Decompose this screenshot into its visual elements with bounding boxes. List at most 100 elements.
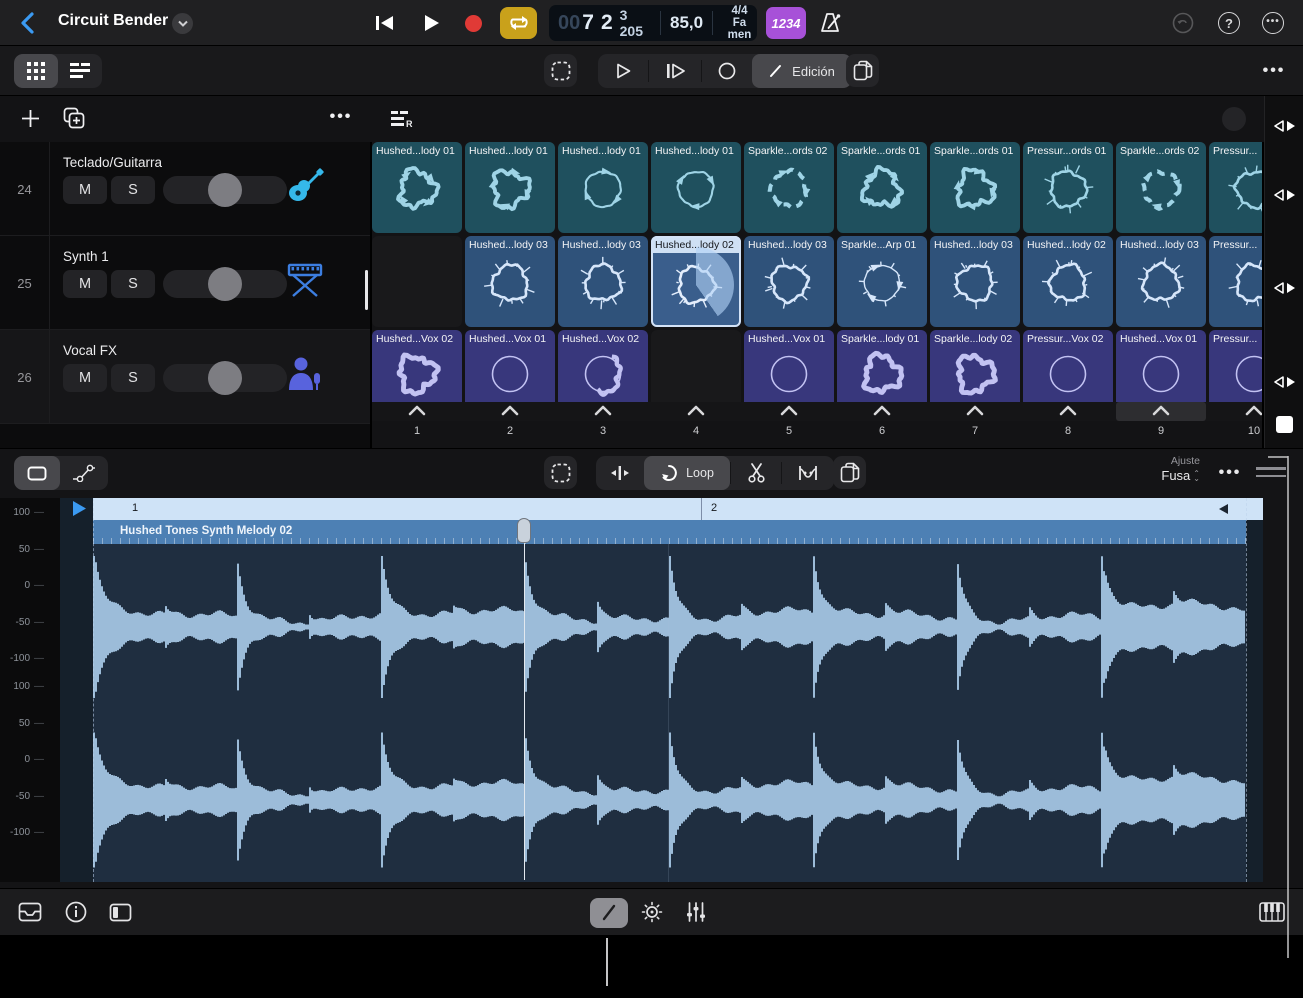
- column-trigger-button[interactable]: [558, 405, 648, 416]
- queue-button[interactable]: R: [388, 105, 416, 133]
- info-button[interactable]: [62, 899, 90, 925]
- grid-cell[interactable]: Hushed...lody 01: [372, 142, 462, 233]
- solo-button[interactable]: S: [111, 364, 155, 392]
- help-button[interactable]: ?: [1218, 12, 1240, 34]
- editor-marquee-button[interactable]: [544, 456, 577, 489]
- grid-cell[interactable]: Hushed...lody 01: [465, 142, 555, 233]
- grid-cell[interactable]: Sparkle...Arp 01: [837, 236, 927, 327]
- column-trigger-button[interactable]: [1209, 405, 1262, 416]
- browser-button[interactable]: [16, 899, 44, 925]
- column-trigger-button[interactable]: [372, 405, 462, 416]
- solo-button[interactable]: S: [111, 176, 155, 204]
- track-row[interactable]: 26Vocal FXMS: [0, 330, 370, 424]
- grid-cell[interactable]: Pressur...ords 01: [1023, 142, 1113, 233]
- back-button[interactable]: [14, 10, 40, 36]
- keyboard-play-button[interactable]: [1256, 899, 1288, 925]
- scene-trigger-button-header[interactable]: [1273, 119, 1297, 133]
- stop-all-button[interactable]: [1276, 416, 1293, 433]
- title-menu-button[interactable]: [172, 13, 193, 34]
- column-trigger-button[interactable]: [744, 405, 834, 416]
- grid-cell[interactable]: Sparkle...ords 01: [837, 142, 927, 233]
- editor-more-button[interactable]: •••: [1214, 462, 1246, 484]
- grid-cell[interactable]: Hushed...lody 01: [558, 142, 648, 233]
- playhead-handle[interactable]: [517, 518, 531, 543]
- volume-slider[interactable]: [163, 364, 287, 392]
- editor-ruler[interactable]: 1 2: [93, 498, 1263, 520]
- grid-cell[interactable]: Sparkle...ords 02: [1116, 142, 1206, 233]
- lcd-display[interactable]: 00 7 2 3 205 85,0 4/4 Fa men: [549, 5, 757, 41]
- add-track-button[interactable]: [16, 104, 44, 132]
- volume-knob[interactable]: [208, 173, 242, 207]
- grid-cell[interactable]: Hushed...lody 01: [651, 142, 741, 233]
- mixer-button[interactable]: [682, 899, 710, 925]
- column-trigger-button[interactable]: [651, 405, 741, 416]
- record-button[interactable]: [458, 11, 488, 35]
- undo-button[interactable]: [1172, 12, 1194, 34]
- region-right-edge[interactable]: [1246, 498, 1247, 882]
- grid-cell[interactable]: Hushed...lody 03: [558, 236, 648, 327]
- jump-left-icon[interactable]: [1217, 503, 1229, 515]
- grid-cell[interactable]: Hushed...lody 03: [744, 236, 834, 327]
- grid-cell[interactable]: Pressur...: [1209, 236, 1262, 327]
- record-cells-button[interactable]: [702, 54, 752, 88]
- editor-play-marker[interactable]: [72, 500, 87, 517]
- trim-button[interactable]: [596, 456, 644, 490]
- play-button[interactable]: [416, 11, 446, 35]
- volume-slider[interactable]: [163, 270, 287, 298]
- grid-cell[interactable]: Hushed...lody 02: [1023, 236, 1113, 327]
- editor-drag-handle[interactable]: [1256, 467, 1286, 477]
- grid-cell-empty[interactable]: [372, 236, 462, 327]
- tracks-view-button[interactable]: [58, 54, 102, 88]
- metronome-button[interactable]: [814, 9, 846, 37]
- automation-tool-button[interactable]: [60, 456, 108, 490]
- region-left-edge[interactable]: [93, 498, 94, 882]
- cycle-button[interactable]: [500, 7, 537, 39]
- volume-knob[interactable]: [208, 361, 242, 395]
- volume-slider[interactable]: [163, 176, 287, 204]
- grid-cell[interactable]: Pressur...: [1209, 142, 1262, 233]
- marquee-tool-button[interactable]: [544, 54, 577, 87]
- track-row[interactable]: 25Synth 1MS: [0, 236, 370, 330]
- grid-cell[interactable]: Hushed...lody 02: [651, 236, 741, 327]
- column-trigger-button[interactable]: [465, 405, 555, 416]
- column-trigger-button[interactable]: [1116, 405, 1206, 416]
- rewind-button[interactable]: [370, 11, 400, 35]
- track-row[interactable]: 24Teclado/GuitarraMS: [0, 142, 370, 236]
- column-trigger-button[interactable]: [837, 405, 927, 416]
- snap-control[interactable]: Ajuste Fusa⌃⌄: [1120, 455, 1200, 484]
- grid-cell[interactable]: Hushed...lody 03: [465, 236, 555, 327]
- controls-button[interactable]: [638, 899, 666, 925]
- toolbar-overflow-button[interactable]: •••: [1258, 60, 1290, 82]
- grid-cell[interactable]: Sparkle...ords 02: [744, 142, 834, 233]
- column-trigger-button[interactable]: [930, 405, 1020, 416]
- copy-button[interactable]: [846, 54, 879, 87]
- edit-mode-button[interactable]: Edición: [752, 54, 852, 88]
- mute-button[interactable]: M: [63, 364, 107, 392]
- grid-view-button[interactable]: [14, 54, 58, 88]
- grid-cell[interactable]: Hushed...lody 03: [930, 236, 1020, 327]
- region-body[interactable]: [93, 544, 1246, 882]
- count-in-button[interactable]: 1234: [766, 7, 806, 39]
- loop-button[interactable]: Loop: [644, 456, 730, 490]
- play-cells-button[interactable]: [598, 54, 648, 88]
- mute-button[interactable]: M: [63, 270, 107, 298]
- selection-tool-button[interactable]: [14, 456, 60, 490]
- split-button[interactable]: [731, 456, 781, 490]
- region-header[interactable]: Hushed Tones Synth Melody 02: [93, 520, 1246, 544]
- scene-trigger-button-row-24[interactable]: [1273, 188, 1297, 202]
- scene-trigger-button-row-26[interactable]: [1273, 375, 1297, 389]
- pencil-edit-button[interactable]: [590, 898, 628, 928]
- gain-button[interactable]: [782, 456, 834, 490]
- editor-copy-button[interactable]: [833, 456, 866, 489]
- scene-trigger-button-row-25[interactable]: [1273, 281, 1297, 295]
- track-name[interactable]: Vocal FX: [63, 343, 117, 358]
- track-header-more-button[interactable]: •••: [326, 106, 356, 128]
- duplicate-button[interactable]: [60, 104, 88, 132]
- play-from-button[interactable]: [649, 54, 701, 88]
- grid-scroll-indicator[interactable]: [365, 270, 368, 310]
- grid-cell[interactable]: Sparkle...ords 01: [930, 142, 1020, 233]
- track-name[interactable]: Teclado/Guitarra: [63, 155, 162, 170]
- grid-cell[interactable]: Hushed...lody 03: [1116, 236, 1206, 327]
- column-trigger-button[interactable]: [1023, 405, 1113, 416]
- inspector-button[interactable]: [106, 899, 134, 925]
